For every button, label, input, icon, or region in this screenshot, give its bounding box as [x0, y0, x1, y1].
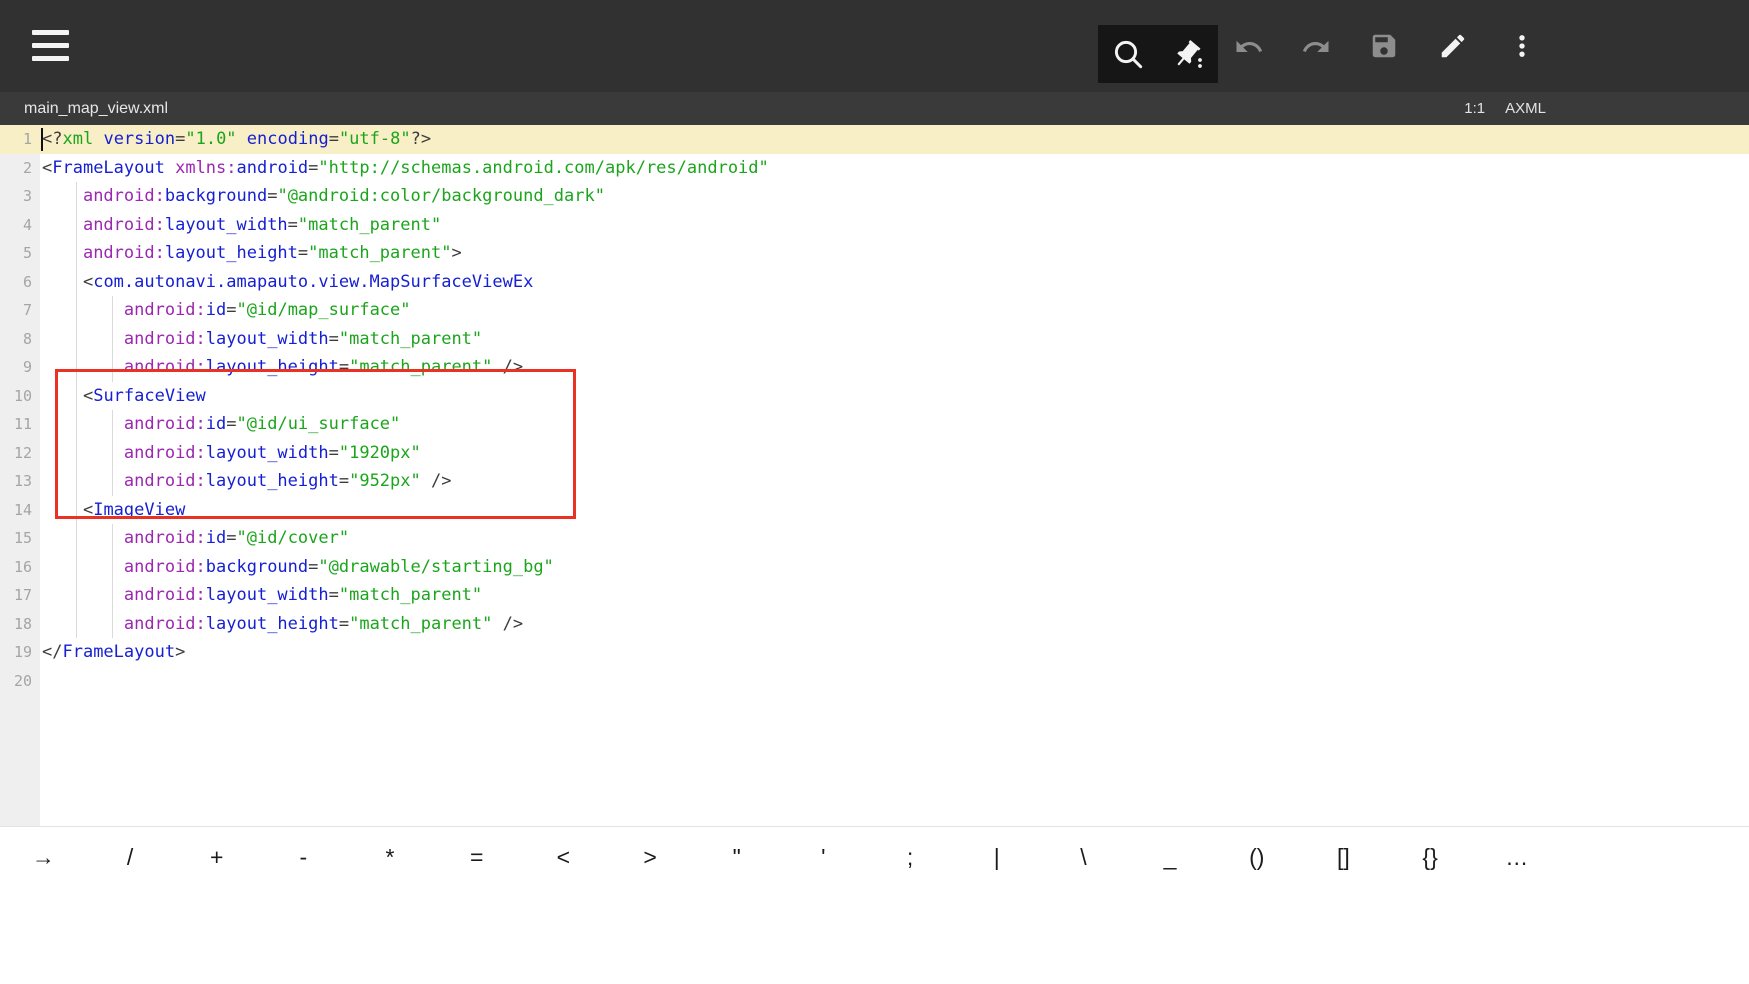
code-line[interactable]: android:layout_width="1920px"	[42, 439, 1749, 468]
code-line[interactable]: android:background="@drawable/starting_b…	[42, 553, 1749, 582]
symbol-key[interactable]: >	[607, 829, 694, 885]
line-number: 4	[0, 211, 32, 240]
symbol-key[interactable]: →	[0, 829, 87, 885]
undo-button[interactable]	[1234, 32, 1264, 62]
line-number: 20	[0, 667, 32, 696]
line-number: 10	[0, 382, 32, 411]
search-icon	[1112, 38, 1144, 70]
undo-icon	[1234, 32, 1264, 62]
code-line[interactable]: android:layout_height="match_parent" />	[42, 353, 1749, 382]
symbol-key[interactable]: _	[1127, 829, 1214, 885]
line-number: 8	[0, 325, 32, 354]
code-line[interactable]: android:id="@id/cover"	[42, 524, 1749, 553]
symbol-key-row: →/+-*=<>"';|\_()[]{}…	[0, 829, 1560, 885]
line-number: 12	[0, 439, 32, 468]
line-numbers: 1234567891011121314151617181920	[0, 125, 32, 695]
line-number: 9	[0, 353, 32, 382]
code-editor[interactable]: 1234567891011121314151617181920 <?xml ve…	[0, 125, 1749, 826]
pin-button[interactable]	[1172, 38, 1204, 70]
code-line[interactable]: <ImageView	[42, 496, 1749, 525]
code-line[interactable]: android:layout_height="952px" />	[42, 467, 1749, 496]
line-number: 14	[0, 496, 32, 525]
symbol-key[interactable]: /	[87, 829, 174, 885]
save-icon	[1369, 31, 1399, 61]
symbol-key[interactable]: []	[1300, 829, 1387, 885]
symbol-key[interactable]: *	[347, 829, 434, 885]
line-number: 7	[0, 296, 32, 325]
file-tab-bar: main_map_view.xml 1:1 AXML	[0, 92, 1749, 125]
code-line[interactable]: <FrameLayout xmlns:android="http://schem…	[42, 154, 1749, 183]
more-options-button[interactable]	[1508, 31, 1536, 61]
menu-button[interactable]	[32, 29, 70, 61]
line-number: 17	[0, 581, 32, 610]
line-number: 18	[0, 610, 32, 639]
overflow-menu-icon	[1508, 31, 1536, 61]
symbol-key[interactable]: {}	[1387, 829, 1474, 885]
file-type-badge: AXML	[1505, 100, 1546, 117]
toolbar	[0, 0, 1749, 92]
save-button[interactable]	[1369, 31, 1399, 61]
pencil-icon	[1438, 31, 1468, 61]
code-line[interactable]: android:id="@id/map_surface"	[42, 296, 1749, 325]
code-line[interactable]: <SurfaceView	[42, 382, 1749, 411]
code-lines[interactable]: <?xml version="1.0" encoding="utf-8"?><F…	[42, 125, 1749, 695]
hamburger-icon	[32, 30, 70, 61]
line-number: 16	[0, 553, 32, 582]
code-line[interactable]: </FrameLayout>	[42, 638, 1749, 667]
redo-button[interactable]	[1301, 32, 1331, 62]
text-cursor	[41, 128, 43, 151]
code-line[interactable]: android:layout_width="match_parent"	[42, 581, 1749, 610]
code-line[interactable]: android:id="@id/ui_surface"	[42, 410, 1749, 439]
line-number: 19	[0, 638, 32, 667]
symbol-bar: →/+-*=<>"';|\_()[]{}…	[0, 826, 1749, 984]
symbol-key[interactable]: =	[433, 829, 520, 885]
code-line[interactable]: android:layout_width="match_parent"	[42, 325, 1749, 354]
code-line[interactable]	[42, 667, 1749, 696]
redo-icon	[1301, 32, 1331, 62]
symbol-key[interactable]: ;	[867, 829, 954, 885]
code-line[interactable]: android:layout_height="match_parent">	[42, 239, 1749, 268]
symbol-key[interactable]: -	[260, 829, 347, 885]
symbol-key[interactable]: '	[780, 829, 867, 885]
symbol-key[interactable]: +	[173, 829, 260, 885]
line-number: 11	[0, 410, 32, 439]
symbol-key[interactable]: <	[520, 829, 607, 885]
symbol-key[interactable]: \	[1040, 829, 1127, 885]
code-line[interactable]: android:layout_width="match_parent"	[42, 211, 1749, 240]
cursor-position: 1:1	[1464, 100, 1485, 117]
line-number: 3	[0, 182, 32, 211]
edit-button[interactable]	[1438, 31, 1468, 61]
line-number: 2	[0, 154, 32, 183]
symbol-key[interactable]: …	[1473, 829, 1560, 885]
code-line[interactable]: android:background="@android:color/backg…	[42, 182, 1749, 211]
filename-tab[interactable]: main_map_view.xml	[24, 92, 168, 125]
line-number: 5	[0, 239, 32, 268]
line-number: 15	[0, 524, 32, 553]
app-window: main_map_view.xml 1:1 AXML 1234567891011…	[0, 0, 1749, 984]
symbol-key[interactable]: "	[693, 829, 780, 885]
pin-icon	[1172, 38, 1204, 70]
search-pin-group	[1098, 25, 1218, 83]
line-number: 1	[0, 125, 32, 154]
code-line[interactable]: <com.autonavi.amapauto.view.MapSurfaceVi…	[42, 268, 1749, 297]
symbol-key[interactable]: |	[953, 829, 1040, 885]
line-number: 13	[0, 467, 32, 496]
line-number: 6	[0, 268, 32, 297]
search-button[interactable]	[1112, 38, 1144, 70]
code-line[interactable]: android:layout_height="match_parent" />	[42, 610, 1749, 639]
code-line[interactable]: <?xml version="1.0" encoding="utf-8"?>	[42, 125, 1749, 154]
status-group: 1:1 AXML	[1464, 92, 1546, 125]
symbol-key[interactable]: ()	[1213, 829, 1300, 885]
